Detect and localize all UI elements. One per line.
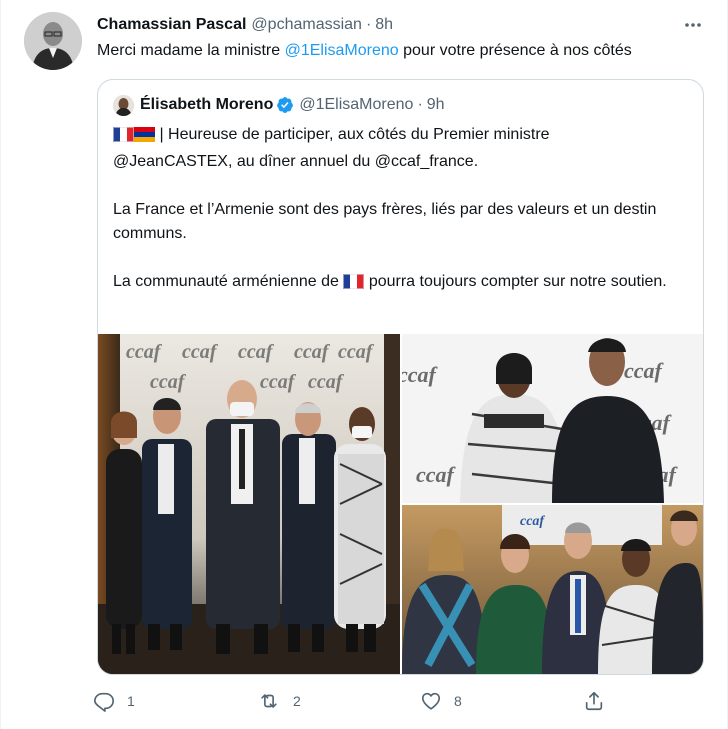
more-options-button[interactable]: [675, 14, 711, 36]
like-button[interactable]: 8: [420, 688, 462, 714]
photo-two-people[interactable]: ccaf ccaf ccaf ccaf ccaf: [402, 334, 703, 503]
tweet-text: Merci madame la ministre @1ElisaMoreno p…: [97, 40, 632, 62]
quoted-timestamp[interactable]: 9h: [427, 96, 445, 114]
quoted-author-handle[interactable]: @1ElisaMoreno: [299, 96, 413, 114]
tweet-card[interactable]: Chamassian Pascal @pchamassian · 8h Merc…: [0, 0, 728, 729]
photo-sign-text: ccaf: [238, 341, 275, 363]
verified-badge-icon: [276, 96, 294, 114]
retweet-button[interactable]: 2: [257, 688, 301, 714]
quoted-text-part: La communauté arménienne de: [113, 273, 344, 290]
retweet-count: 2: [293, 693, 301, 709]
quoted-tweet-header: Élisabeth Moreno @1ElisaMoreno · 9h: [113, 94, 445, 116]
photo-sign-text: ccaf: [338, 341, 375, 363]
separator-dot: ·: [365, 16, 372, 33]
media-grid: ccaf ccaf ccaf ccaf ccaf ccaf ccaf ccaf: [98, 334, 703, 674]
photo-group-five[interactable]: ccaf: [402, 505, 703, 674]
france-flag-icon: [113, 126, 134, 150]
quoted-text-line: | Heureuse de participer, aux côtés du P…: [155, 126, 550, 143]
france-flag-icon: [343, 273, 365, 297]
photo-sign-text: ccaf: [402, 362, 439, 387]
reply-button[interactable]: 1: [93, 688, 135, 714]
quoted-author-name[interactable]: Élisabeth Moreno: [140, 96, 273, 114]
quoted-text-part: pourra toujours compter sur notre soutie…: [364, 273, 667, 290]
author-name[interactable]: Chamassian Pascal: [97, 16, 246, 34]
author-handle[interactable]: @pchamassian: [251, 16, 362, 34]
quoted-tweet[interactable]: Élisabeth Moreno @1ElisaMoreno · 9h | He…: [97, 79, 704, 675]
tweet-timestamp[interactable]: 8h: [375, 16, 393, 34]
tweet-text-part: pour votre présence à nos côtés: [398, 42, 632, 59]
heart-icon: [421, 692, 441, 710]
like-count: 8: [454, 693, 462, 709]
mention-link[interactable]: @1ElisaMoreno: [285, 42, 399, 59]
quoted-text-line: @JeanCASTEX, au dîner annuel du @ccaf_fr…: [113, 153, 479, 170]
photo-sign-text: ccaf: [294, 341, 331, 363]
photo-sign-text: ccaf: [520, 514, 545, 529]
quoted-paragraph-2: La France et l’Armenie sont des pays frè…: [113, 201, 657, 242]
reply-icon: [94, 692, 114, 712]
reply-count: 1: [127, 693, 135, 709]
separator-dot: ·: [417, 96, 423, 113]
photo-group-portrait[interactable]: ccaf ccaf ccaf ccaf ccaf ccaf ccaf ccaf: [98, 334, 400, 674]
author-avatar[interactable]: [24, 12, 82, 70]
photo-sign-text: ccaf: [182, 341, 219, 363]
quoted-author-avatar: [113, 94, 134, 116]
quoted-tweet-text: | Heureuse de participer, aux côtés du P…: [113, 123, 693, 321]
tweet-header: Chamassian Pascal @pchamassian · 8h: [97, 14, 393, 36]
photo-sign-text: ccaf: [416, 462, 457, 487]
tweet-actions: 1 2 8: [93, 688, 613, 714]
share-icon: [585, 691, 603, 711]
photo-sign-text: ccaf: [126, 341, 163, 363]
armenia-flag-icon: [134, 126, 155, 150]
quoted-paragraph-1: | Heureuse de participer, aux côtés du P…: [113, 123, 693, 174]
share-button[interactable]: [583, 688, 605, 714]
photo-sign-text: ccaf: [260, 371, 297, 393]
photo-sign-text: ccaf: [150, 371, 187, 393]
more-dots-icon: [685, 23, 701, 27]
retweet-icon: [261, 694, 277, 708]
tweet-text-part: Merci madame la ministre: [97, 42, 285, 59]
photo-sign-text: ccaf: [624, 358, 665, 383]
quoted-paragraph-3: La communauté arménienne de pourra toujo…: [113, 270, 693, 297]
photo-sign-text: ccaf: [308, 371, 345, 393]
